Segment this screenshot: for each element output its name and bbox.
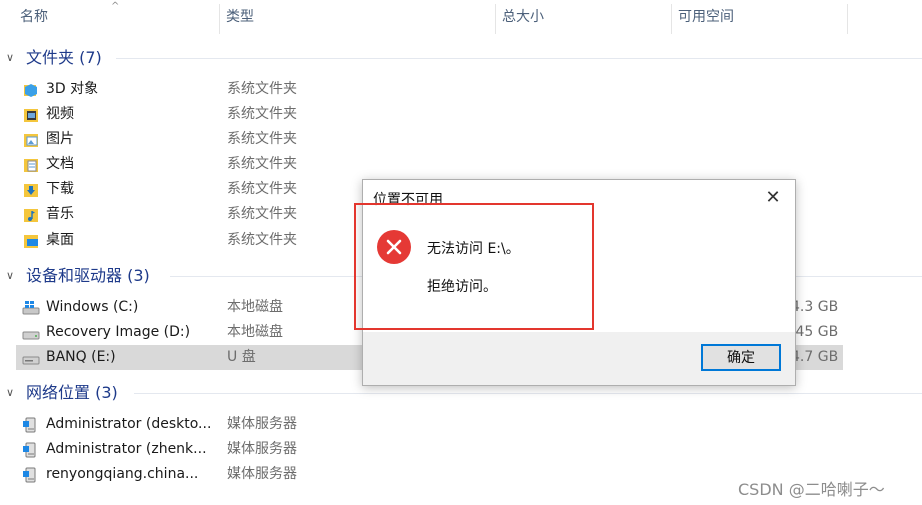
column-header-free-space[interactable]: 可用空间 — [672, 0, 847, 34]
desktop-folder-icon — [24, 234, 38, 248]
list-item[interactable]: 图片 系统文件夹 — [16, 127, 843, 152]
dialog-title-bar[interactable]: 位置不可用 ✕ — [363, 180, 795, 216]
videos-folder-icon — [24, 108, 38, 122]
item-name: renyongqiang.china... — [46, 466, 199, 482]
item-name: 视频 — [46, 106, 74, 122]
item-type: 系统文件夹 — [227, 206, 297, 222]
item-name: BANQ (E:) — [46, 349, 116, 365]
dialog-body: 无法访问 E:\。 拒绝访问。 — [363, 216, 795, 332]
item-name: 桌面 — [46, 232, 74, 248]
group-label-drives: 设备和驱动器 (3) — [26, 266, 150, 285]
item-total-size: 4.7 GB — [791, 349, 839, 365]
column-header-total-size-label: 总大小 — [502, 9, 544, 25]
item-name: Administrator (deskto... — [46, 416, 212, 432]
column-header-name-label: 名称 — [20, 9, 48, 25]
chevron-down-icon: ∨ — [6, 51, 15, 64]
list-item[interactable]: Administrator (zhenk... 媒体服务器 — [16, 437, 843, 462]
item-total-size: .45 GB — [791, 324, 839, 340]
column-header-free-space-label: 可用空间 — [678, 9, 734, 25]
group-label-network: 网络位置 (3) — [26, 383, 118, 402]
error-message: 无法访问 E:\。 — [427, 241, 520, 257]
item-name: 图片 — [46, 131, 74, 147]
list-item[interactable]: 3D 对象 系统文件夹 — [16, 77, 843, 102]
item-name: Administrator (zhenk... — [46, 441, 207, 457]
usb-drive-icon — [22, 356, 40, 364]
music-folder-icon — [24, 208, 38, 222]
error-icon — [377, 230, 411, 264]
group-label-folders: 文件夹 (7) — [26, 48, 102, 67]
3d-objects-folder-icon — [24, 83, 37, 97]
item-type: 媒体服务器 — [227, 416, 297, 432]
item-name: Windows (C:) — [46, 299, 139, 315]
group-header-drives[interactable]: ∨ 设备和驱动器 (3) — [6, 263, 150, 289]
sort-ascending-icon: ^ — [111, 1, 120, 12]
hard-drive-icon — [22, 331, 40, 339]
item-type: 媒体服务器 — [227, 466, 297, 482]
dialog-title: 位置不可用 — [373, 192, 443, 208]
pictures-folder-icon — [24, 133, 38, 147]
item-type: 系统文件夹 — [227, 181, 297, 197]
windows-drive-icon — [22, 300, 40, 314]
chevron-down-icon: ∨ — [6, 386, 15, 399]
column-header-type[interactable]: 类型 — [220, 0, 495, 34]
downloads-folder-icon — [24, 183, 38, 197]
group-divider — [116, 58, 922, 59]
media-server-icon — [23, 442, 36, 457]
column-divider[interactable] — [847, 4, 848, 34]
item-type: 系统文件夹 — [227, 131, 297, 147]
list-item[interactable]: renyongqiang.china... 媒体服务器 — [16, 462, 843, 487]
item-type: U 盘 — [227, 349, 256, 365]
watermark: CSDN @二哈喇子～ — [738, 480, 885, 499]
item-type: 系统文件夹 — [227, 156, 297, 172]
item-type: 本地磁盘 — [227, 324, 283, 340]
media-server-icon — [23, 467, 36, 482]
close-icon: ✕ — [765, 187, 781, 208]
group-header-network[interactable]: ∨ 网络位置 (3) — [6, 380, 118, 406]
item-total-size: 4.3 GB — [791, 299, 839, 315]
error-dialog: 位置不可用 ✕ 无法访问 E:\。 拒绝访问。 确定 — [362, 179, 796, 386]
item-type: 系统文件夹 — [227, 106, 297, 122]
list-item[interactable]: 文档 系统文件夹 — [16, 152, 843, 177]
media-server-icon — [23, 417, 36, 432]
column-header-bar: 名称 ^ 类型 总大小 可用空间 — [0, 0, 922, 34]
item-type: 系统文件夹 — [227, 232, 297, 248]
item-name: 下载 — [46, 181, 74, 197]
item-name: 音乐 — [46, 206, 74, 222]
item-type: 本地磁盘 — [227, 299, 283, 315]
item-name: Recovery Image (D:) — [46, 324, 191, 340]
item-type: 媒体服务器 — [227, 441, 297, 457]
dialog-footer: 确定 — [363, 332, 795, 385]
column-header-type-label: 类型 — [226, 9, 254, 25]
chevron-down-icon: ∨ — [6, 269, 15, 282]
ok-button[interactable]: 确定 — [701, 344, 781, 371]
item-name: 3D 对象 — [46, 81, 99, 97]
group-divider — [134, 393, 922, 394]
item-name: 文档 — [46, 156, 74, 172]
list-item[interactable]: Administrator (deskto... 媒体服务器 — [16, 412, 843, 437]
group-header-folders[interactable]: ∨ 文件夹 (7) — [6, 45, 102, 71]
documents-folder-icon — [24, 158, 38, 172]
close-button[interactable]: ✕ — [761, 186, 785, 210]
column-header-total-size[interactable]: 总大小 — [496, 0, 671, 34]
list-item[interactable]: 视频 系统文件夹 — [16, 102, 843, 127]
item-type: 系统文件夹 — [227, 81, 297, 97]
error-detail: 拒绝访问。 — [427, 279, 497, 295]
